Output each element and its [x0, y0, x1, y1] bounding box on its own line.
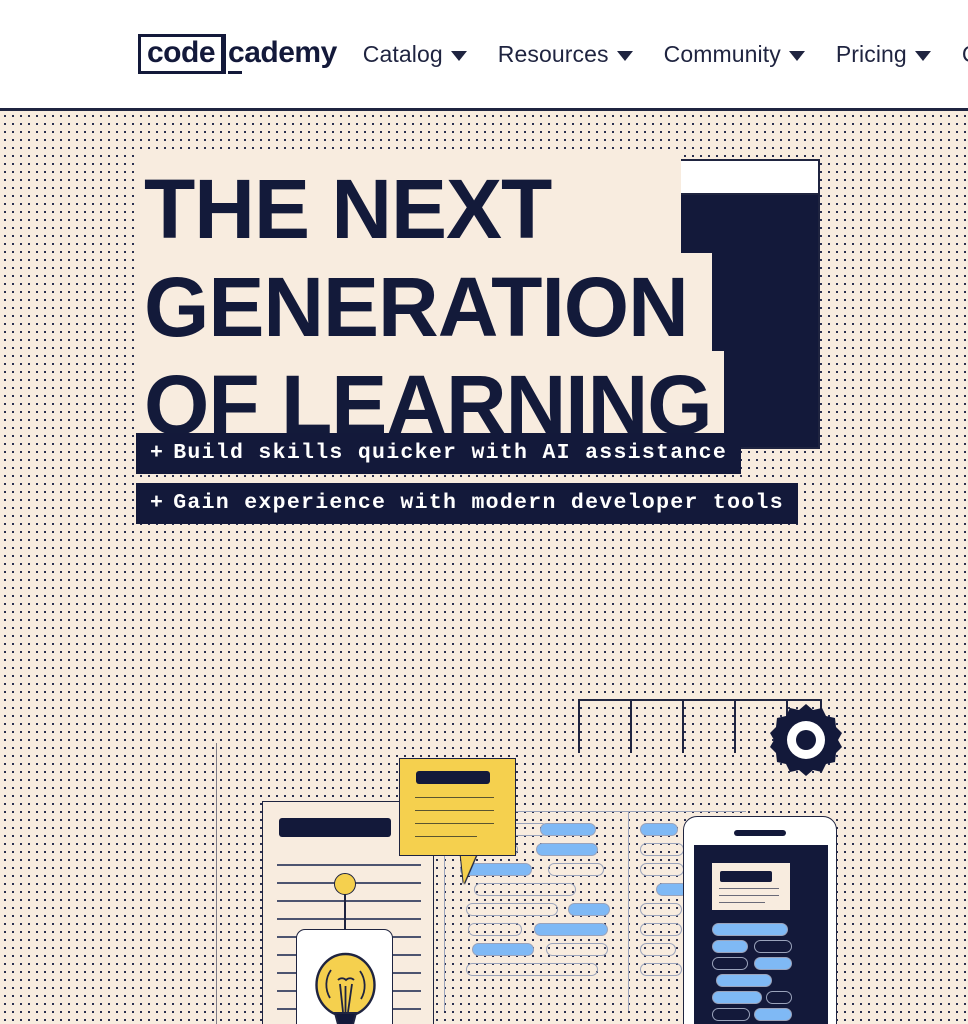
hero-headline: THE NEXT GENERATION OF LEARNING: [136, 155, 724, 457]
phone-mockup: [683, 816, 837, 1024]
code-line: [536, 843, 598, 856]
chevron-down-icon: [914, 51, 931, 61]
lightbulb-icon: [315, 952, 376, 1024]
bullet-marker: +: [150, 441, 165, 465]
headline-line-1: THE NEXT: [136, 155, 682, 261]
nav-label-pricing: Pricing: [835, 40, 907, 67]
code-column-divider: [628, 811, 630, 1011]
phone-card-text-line: [719, 902, 765, 904]
code-line: [540, 823, 596, 836]
scaffold-line: [216, 743, 218, 1024]
headline-line-2: GENERATION: [136, 253, 712, 359]
code-line: [640, 843, 684, 856]
callout-text-line: [415, 797, 494, 799]
phone-speaker: [734, 830, 786, 836]
nav-item-community[interactable]: Community: [664, 41, 805, 68]
phone-screen: [694, 845, 828, 1024]
lightbulb-card: [296, 929, 393, 1024]
chevron-down-icon: [450, 51, 467, 61]
code-line: [468, 923, 522, 936]
phone-code-line: [766, 991, 792, 1004]
nav-item-pricing[interactable]: Pricing: [836, 41, 931, 68]
site-header: code cademy Catalog Resources Community …: [0, 0, 968, 108]
scaffold-line: [734, 699, 736, 753]
phone-code-line: [716, 974, 772, 987]
phone-code-line: [712, 991, 762, 1004]
chevron-down-icon: [788, 51, 805, 61]
code-line: [548, 863, 604, 876]
phone-code-line: [712, 940, 748, 953]
bullet-text-2: Gain experience with modern developer to…: [173, 491, 784, 515]
phone-code-line: [712, 1008, 750, 1021]
connector-line: [344, 889, 346, 933]
code-line: [546, 943, 608, 956]
code-line: [472, 943, 534, 956]
main-navigation: Catalog Resources Community Pricing Ca: [363, 41, 968, 68]
code-line: [466, 963, 598, 976]
callout-bubble: [399, 758, 516, 856]
nav-item-truncated[interactable]: Ca: [962, 41, 968, 68]
phone-card-title-block: [720, 871, 772, 882]
nav-label-community: Community: [663, 40, 781, 67]
document-text-line: [277, 900, 421, 902]
phone-content-card: [712, 863, 790, 910]
code-line: [640, 963, 682, 976]
nav-item-catalog[interactable]: Catalog: [363, 41, 467, 68]
hero-section: THE NEXT GENERATION OF LEARNING + Build s…: [0, 108, 968, 1024]
code-line: [640, 823, 678, 836]
phone-code-line: [712, 957, 748, 970]
scaffold-line: [578, 699, 580, 753]
bullet-bar-2: + Gain experience with modern developer t…: [136, 483, 798, 524]
nav-label-catalog: Catalog: [362, 40, 443, 67]
callout-title-block: [416, 771, 490, 784]
code-line: [466, 903, 558, 916]
callout-text-line: [415, 836, 477, 838]
phone-code-line: [754, 1008, 792, 1021]
bullet-bar-1: + Build skills quicker with AI assistance: [136, 433, 742, 474]
logo-boxed-text: code: [138, 34, 227, 74]
document-text-line: [277, 864, 421, 866]
code-line: [640, 863, 684, 876]
phone-code-line: [754, 940, 792, 953]
phone-code-line: [712, 923, 788, 936]
logo-rest-text: cademy: [228, 36, 337, 74]
connector-node: [334, 873, 356, 895]
bullet-marker: +: [150, 491, 165, 515]
nav-label-resources: Resources: [497, 40, 609, 67]
callout-text-line: [415, 823, 494, 825]
code-line: [640, 903, 682, 916]
gear-icon-large: [770, 704, 842, 776]
scaffold-line: [630, 699, 632, 753]
bullet-text-1: Build skills quicker with AI assistance: [173, 441, 728, 465]
codecademy-logo[interactable]: code cademy: [138, 34, 337, 74]
scaffold-line: [682, 699, 684, 753]
nav-item-resources[interactable]: Resources: [498, 41, 633, 68]
code-line: [640, 943, 676, 956]
phone-card-text-line: [719, 895, 779, 897]
nav-label-truncated: Ca: [962, 41, 968, 68]
hero-bullets: + Build skills quicker with AI assistance…: [136, 433, 798, 533]
document-text-line: [277, 918, 421, 920]
document-title-block: [279, 818, 391, 837]
code-line: [568, 903, 610, 916]
code-line: [640, 923, 682, 936]
phone-code-line: [754, 957, 792, 970]
callout-text-line: [415, 810, 494, 812]
phone-card-text-line: [719, 888, 779, 890]
code-line: [474, 883, 576, 896]
code-line: [534, 923, 608, 936]
chevron-down-icon: [616, 51, 633, 61]
